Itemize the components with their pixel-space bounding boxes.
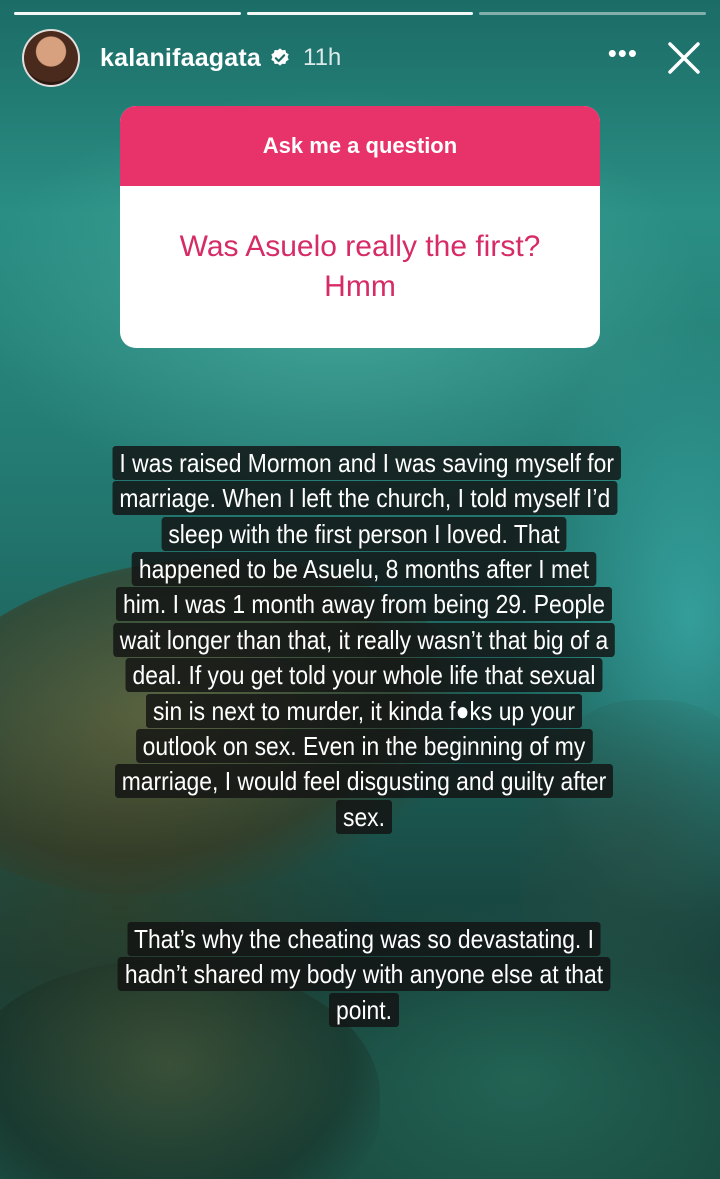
close-icon[interactable] — [666, 40, 702, 76]
progress-segment — [14, 12, 241, 15]
story-progress-bar — [14, 12, 707, 15]
post-time: 11h — [303, 44, 342, 71]
answer-paragraph: That’s why the cheating was so devastati… — [117, 922, 611, 1027]
username[interactable]: kalanifaagata — [100, 44, 261, 73]
answer-paragraph: I was raised Mormon and I was saving mys… — [112, 446, 622, 834]
story-view: kalanifaagata 11h ••• Ask me a question … — [0, 0, 720, 1179]
question-sticker[interactable]: Ask me a question Was Asuelo really the … — [120, 106, 600, 348]
question-prompt: Ask me a question — [120, 106, 600, 186]
avatar[interactable] — [22, 29, 80, 87]
progress-segment — [246, 12, 474, 15]
verified-badge-icon — [271, 48, 289, 66]
answer-caption: That’s why the cheating was so devastati… — [112, 922, 615, 1028]
answer-caption: I was raised Mormon and I was saving mys… — [112, 446, 622, 835]
progress-segment — [479, 12, 707, 15]
question-text: Was Asuelo really the first? Hmm — [179, 230, 541, 303]
more-options-icon[interactable]: ••• — [608, 40, 638, 76]
story-header: kalanifaagata 11h ••• — [22, 29, 702, 87]
